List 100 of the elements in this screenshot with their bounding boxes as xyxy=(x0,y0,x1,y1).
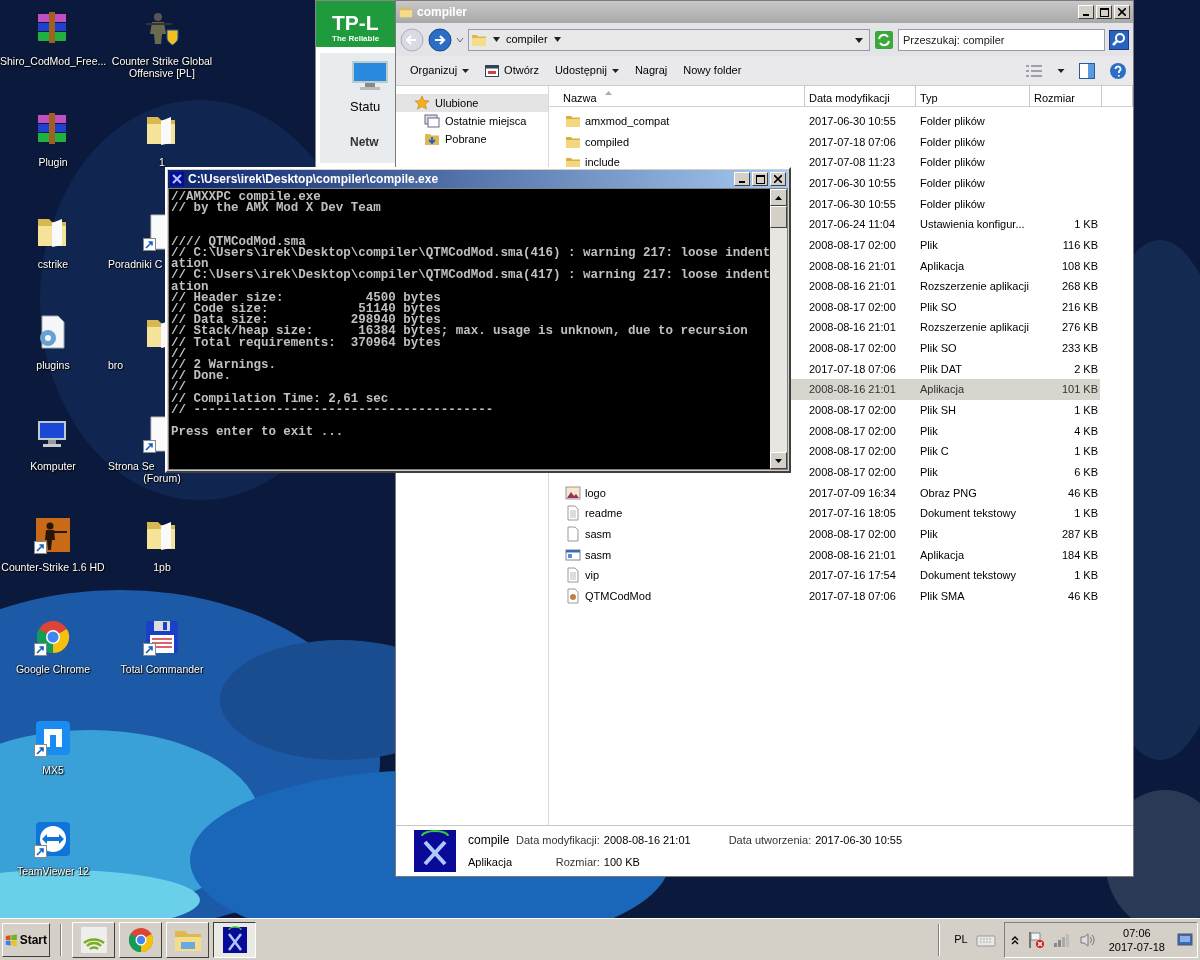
tagline: The Reliable xyxy=(332,33,381,45)
file-row[interactable]: sasm 2008-08-16 21:01 Aplikacja 184 KB xyxy=(549,544,1100,566)
soldier-icon[interactable] xyxy=(143,10,181,48)
table-cell-text: Plik SO xyxy=(919,341,958,357)
volume-icon[interactable] xyxy=(1078,931,1097,948)
table-cell-text: 2017-06-24 11:04 xyxy=(808,217,897,233)
language-indicator[interactable]: PL xyxy=(954,931,968,948)
scrollbar[interactable] xyxy=(770,189,787,469)
table-cell-text: 2008-08-16 21:01 xyxy=(808,382,897,398)
toolbar-button[interactable]: Udostępnij xyxy=(554,62,619,79)
nav-item[interactable]: Pobrane xyxy=(396,130,548,148)
chevron-icon[interactable] xyxy=(1010,934,1019,945)
table-cell-text: Rozszerzenie aplikacji xyxy=(919,320,1030,336)
minimize-button[interactable] xyxy=(734,172,750,186)
icon-label: Google Chrome xyxy=(15,662,91,675)
table-cell-text: 2008-08-17 02:00 xyxy=(808,464,897,480)
maximize-button[interactable] xyxy=(1096,5,1112,19)
scroll-down-button[interactable] xyxy=(770,452,787,469)
search-field[interactable]: Przeszukaj: compiler xyxy=(898,28,1105,51)
logo-text: TP-L xyxy=(332,13,380,33)
table-cell-text: 2008-08-17 02:00 xyxy=(808,237,897,253)
table-cell-text: Rozszerzenie aplikacji xyxy=(919,279,1030,295)
text-file-icon xyxy=(565,567,581,584)
table-cell-text: 2008-08-16 21:01 xyxy=(808,279,897,295)
image-file-icon xyxy=(565,484,581,501)
table-cell-text: Plik SO xyxy=(919,299,958,315)
tab-label: Statu xyxy=(350,98,382,116)
file-row[interactable]: readme 2017-07-16 18:05 Dokument tekstowy 1 KB xyxy=(549,503,1100,524)
toolbar-button[interactable]: Nagraj xyxy=(634,62,668,79)
caret-icon[interactable] xyxy=(1057,67,1065,74)
file-name: compile xyxy=(468,832,511,850)
toolbar-button[interactable]: Otwórz xyxy=(485,62,539,79)
table-cell: 1 KB xyxy=(1074,507,1098,520)
file-row[interactable]: QTMCodMod 2017-07-18 07:06 Plik SMA 46 KB xyxy=(549,585,1100,607)
help-icon[interactable] xyxy=(1109,61,1127,80)
table-cell-text: Plik xyxy=(919,423,939,439)
table-cell-text: 2008-08-16 21:01 xyxy=(808,258,897,274)
maximize-button[interactable] xyxy=(752,172,768,186)
file-row[interactable]: vip 2017-07-16 17:54 Dokument tekstowy 1 KB xyxy=(549,565,1100,586)
table-cell-text: Folder plików xyxy=(919,196,986,212)
file-type: Aplikacja xyxy=(468,855,513,871)
breadcrumb-arrow-icon xyxy=(553,36,561,43)
table-cell-text: 2008-08-17 02:00 xyxy=(808,444,897,460)
maximize-icon xyxy=(755,174,765,184)
table-cell-text: Plik C xyxy=(919,444,950,460)
flag-icon[interactable] xyxy=(1026,930,1045,949)
clock-time: 07:06 xyxy=(1123,925,1151,940)
nav-item[interactable]: Ostatnie miejsca xyxy=(396,112,548,130)
soldier-icon[interactable] xyxy=(34,516,72,555)
shortcut-arrow-icon xyxy=(34,744,47,758)
file-name: sasm xyxy=(585,526,612,542)
dropdown-icon[interactable] xyxy=(855,35,863,44)
sort-arrow-icon xyxy=(604,90,612,95)
table-cell: 233 KB xyxy=(1061,342,1098,355)
window-icon xyxy=(485,63,500,78)
forward-icon[interactable] xyxy=(428,27,452,52)
preview-pane-icon[interactable] xyxy=(1079,62,1095,79)
star-icon xyxy=(414,95,430,111)
table-cell-text: Plik xyxy=(919,237,939,253)
address-bar[interactable]: compiler xyxy=(468,28,870,51)
file-row[interactable]: amxmod_compat 2017-06-30 10:55 Folder plików xyxy=(549,111,1100,132)
taskbar-button[interactable] xyxy=(213,921,256,958)
table-cell-text: Plik xyxy=(919,526,939,542)
search-icon[interactable] xyxy=(1109,29,1129,50)
table-cell-text: Ustawienia konfigur... xyxy=(919,217,1026,233)
table-cell-text: 2008-08-17 02:00 xyxy=(808,403,897,419)
table-cell: 1 KB xyxy=(1074,569,1098,582)
table-cell-text: 2017-07-09 16:34 xyxy=(808,485,897,501)
detail-value: 2017-06-30 10:55 xyxy=(815,833,903,849)
refresh-icon[interactable] xyxy=(874,29,894,50)
nav-item[interactable]: Ulubione xyxy=(396,94,548,112)
table-cell-text: Aplikacja xyxy=(919,382,966,398)
table-cell-text: 2017-07-16 17:54 xyxy=(808,568,897,584)
close-icon xyxy=(1118,8,1126,16)
shortcut-arrow-icon xyxy=(34,845,47,859)
file-row[interactable]: logo 2017-07-09 16:34 Obraz PNG 46 KB xyxy=(549,482,1100,504)
file-row[interactable]: compiled 2017-07-18 07:06 Folder plików xyxy=(549,131,1100,153)
table-cell-text: Plik SMA xyxy=(919,588,966,604)
file-row[interactable]: sasm 2008-08-17 02:00 Plik 287 KB xyxy=(549,523,1100,545)
table-cell-text: 2017-07-08 11:23 xyxy=(808,155,897,171)
scroll-thumb[interactable] xyxy=(770,206,787,228)
show-desktop-icon[interactable] xyxy=(1177,932,1193,947)
toolbar-button[interactable]: Nowy folder xyxy=(683,62,742,79)
minimize-button[interactable] xyxy=(1078,5,1094,19)
close-button[interactable] xyxy=(770,172,786,186)
breadcrumb[interactable]: compiler xyxy=(506,31,548,48)
table-cell-text: Plik DAT xyxy=(919,361,963,377)
table-cell-text: Aplikacja xyxy=(919,258,966,274)
start-button[interactable]: Start xyxy=(2,922,50,957)
table-cell: 46 KB xyxy=(1068,589,1098,602)
table-cell: 1 KB xyxy=(1074,404,1098,417)
detail-label: Data utworzenia: xyxy=(728,833,812,849)
toolbar-button[interactable]: Organizuj xyxy=(410,62,470,79)
scroll-up-button[interactable] xyxy=(770,189,787,206)
detail-value: 100 KB xyxy=(603,855,641,871)
table-cell: 1 KB xyxy=(1074,218,1098,231)
down-arrow-icon xyxy=(775,458,782,463)
icon-label: Shiro_CodMod_Free... xyxy=(0,55,106,67)
icon-label: MX5 xyxy=(42,764,64,777)
close-button[interactable] xyxy=(1114,5,1130,19)
